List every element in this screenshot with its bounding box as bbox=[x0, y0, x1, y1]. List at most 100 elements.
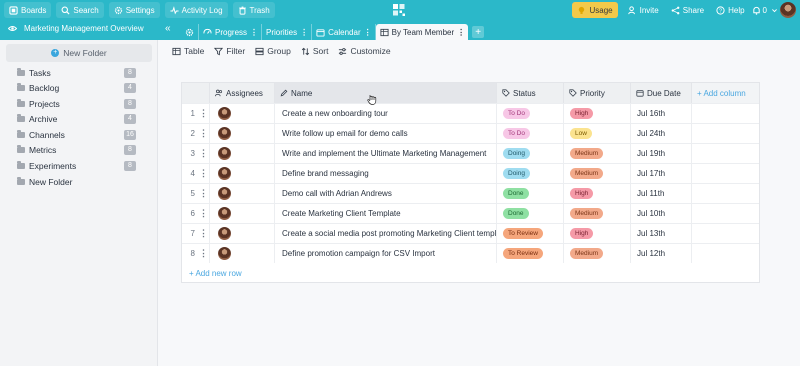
task-name-cell[interactable]: Create a social media post promoting Mar… bbox=[275, 224, 497, 243]
share-button[interactable]: Share bbox=[666, 2, 709, 18]
filter-button[interactable]: Filter bbox=[214, 46, 245, 56]
table-row[interactable]: 3 ⋮ Write and implement the Ultimate Marke… bbox=[182, 143, 759, 163]
group-button[interactable]: Group bbox=[255, 46, 291, 56]
priority-cell[interactable]: Medium bbox=[564, 204, 631, 223]
table-row[interactable]: 4 ⋮ Define brand messaging Doing Medium Jul 1… bbox=[182, 163, 759, 183]
row-menu-icon[interactable]: ⋮ bbox=[198, 244, 210, 263]
help-button[interactable]: ? Help bbox=[711, 2, 749, 18]
empty-cell[interactable] bbox=[692, 184, 759, 203]
sidebar-folder-metrics[interactable]: Metrics 8 bbox=[17, 144, 137, 156]
priority-cell[interactable]: Medium bbox=[564, 244, 631, 263]
tab-settings[interactable] bbox=[181, 24, 199, 40]
row-menu-icon[interactable]: ⋮ bbox=[198, 224, 210, 243]
chevron-down-icon[interactable] bbox=[771, 7, 778, 14]
sidebar-folder-experiments[interactable]: Experiments 8 bbox=[17, 160, 137, 172]
status-cell[interactable]: Done bbox=[497, 184, 564, 203]
status-cell[interactable]: To Review bbox=[497, 244, 564, 263]
task-name-cell[interactable]: Create a new onboarding tour bbox=[275, 104, 497, 123]
row-menu-icon[interactable]: ⋮ bbox=[198, 124, 210, 143]
empty-cell[interactable] bbox=[692, 164, 759, 183]
sidebar-folder-channels[interactable]: Channels 16 bbox=[17, 129, 137, 141]
row-menu-icon[interactable]: ⋮ bbox=[198, 164, 210, 183]
due-date-cell[interactable]: Jul 13th bbox=[631, 224, 692, 243]
eye-icon[interactable] bbox=[8, 24, 17, 33]
priority-cell[interactable]: Medium bbox=[564, 164, 631, 183]
sidebar-folder-backlog[interactable]: Backlog 4 bbox=[17, 82, 137, 94]
due-date-cell[interactable]: Jul 12th bbox=[631, 244, 692, 263]
table-row[interactable]: 1 ⋮ Create a new onboarding tour To Do High J… bbox=[182, 103, 759, 123]
row-menu-icon[interactable]: ⋮ bbox=[198, 104, 210, 123]
due-date-cell[interactable]: Jul 17th bbox=[631, 164, 692, 183]
assignee-cell[interactable] bbox=[210, 104, 275, 123]
customize-button[interactable]: Customize bbox=[338, 46, 391, 56]
priority-cell[interactable]: Low bbox=[564, 124, 631, 143]
empty-cell[interactable] bbox=[692, 144, 759, 163]
task-name-cell[interactable]: Write and implement the Ultimate Marketi… bbox=[275, 144, 497, 163]
activity-log-button[interactable]: Activity Log bbox=[164, 2, 228, 18]
status-cell[interactable]: Doing bbox=[497, 164, 564, 183]
sidebar-folder-projects[interactable]: Projects 8 bbox=[17, 98, 137, 110]
empty-cell[interactable] bbox=[692, 224, 759, 243]
row-menu-icon[interactable]: ⋮ bbox=[198, 184, 210, 203]
sidebar-folder-new-folder[interactable]: New Folder bbox=[17, 176, 137, 188]
add-column-button[interactable]: + Add column bbox=[692, 83, 759, 103]
row-menu-icon[interactable]: ⋮ bbox=[198, 144, 210, 163]
invite-button[interactable]: Invite bbox=[623, 2, 664, 18]
table-row[interactable]: 6 ⋮ Create Marketing Client Template Done Me… bbox=[182, 203, 759, 223]
empty-cell[interactable] bbox=[692, 204, 759, 223]
add-view-button[interactable]: + bbox=[472, 26, 485, 38]
task-name-cell[interactable]: Define promotion campaign for CSV Import bbox=[275, 244, 497, 263]
column-header-assignees[interactable]: Assignees bbox=[210, 83, 275, 103]
status-cell[interactable]: To Review bbox=[497, 224, 564, 243]
table-row[interactable]: 8 ⋮ Define promotion campaign for CSV Impo… bbox=[182, 243, 759, 263]
sidebar-folder-tasks[interactable]: Tasks 8 bbox=[17, 67, 137, 79]
assignee-cell[interactable] bbox=[210, 164, 275, 183]
tab-progress[interactable]: Progress ⋮ bbox=[199, 24, 263, 40]
column-header-name[interactable]: Name bbox=[275, 83, 497, 103]
tab-menu-icon[interactable]: ⋮ bbox=[250, 28, 258, 37]
add-new-row-button[interactable]: + Add new row bbox=[189, 269, 242, 278]
tab-calendar[interactable]: Calendar ⋮ bbox=[312, 24, 376, 40]
due-date-cell[interactable]: Jul 16th bbox=[631, 104, 692, 123]
status-cell[interactable]: Doing bbox=[497, 144, 564, 163]
trash-button[interactable]: Trash bbox=[232, 2, 275, 18]
due-date-cell[interactable]: Jul 19th bbox=[631, 144, 692, 163]
assignee-cell[interactable] bbox=[210, 224, 275, 243]
table-row[interactable]: 7 ⋮ Create a social media post promoting M… bbox=[182, 223, 759, 243]
column-header-status[interactable]: Status bbox=[497, 83, 564, 103]
assignee-cell[interactable] bbox=[210, 144, 275, 163]
status-cell[interactable]: To Do bbox=[497, 124, 564, 143]
tab-menu-icon[interactable]: ⋮ bbox=[364, 28, 372, 37]
task-name-cell[interactable]: Write follow up email for demo calls bbox=[275, 124, 497, 143]
app-logo-icon[interactable] bbox=[390, 1, 408, 19]
priority-cell[interactable]: High bbox=[564, 224, 631, 243]
status-cell[interactable]: To Do bbox=[497, 104, 564, 123]
tab-priorities[interactable]: Priorities ⋮ bbox=[262, 24, 313, 40]
new-folder-button[interactable]: + New Folder bbox=[6, 44, 152, 62]
priority-cell[interactable]: Medium bbox=[564, 144, 631, 163]
tab-menu-icon[interactable]: ⋮ bbox=[300, 28, 308, 37]
tab-menu-icon[interactable]: ⋮ bbox=[457, 28, 465, 37]
sidebar-folder-archive[interactable]: Archive 4 bbox=[17, 113, 137, 125]
due-date-cell[interactable]: Jul 24th bbox=[631, 124, 692, 143]
assignee-cell[interactable] bbox=[210, 184, 275, 203]
settings-button[interactable]: Settings bbox=[108, 2, 160, 18]
assignee-cell[interactable] bbox=[210, 124, 275, 143]
empty-cell[interactable] bbox=[692, 244, 759, 263]
task-name-cell[interactable]: Demo call with Adrian Andrews bbox=[275, 184, 497, 203]
priority-cell[interactable]: High bbox=[564, 184, 631, 203]
status-cell[interactable]: Done bbox=[497, 204, 564, 223]
task-name-cell[interactable]: Define brand messaging bbox=[275, 164, 497, 183]
collapse-sidebar-icon[interactable]: « bbox=[165, 23, 171, 34]
empty-cell[interactable] bbox=[692, 104, 759, 123]
column-header-due-date[interactable]: Due Date bbox=[631, 83, 692, 103]
table-row[interactable]: 5 ⋮ Demo call with Adrian Andrews Done High J… bbox=[182, 183, 759, 203]
assignee-cell[interactable] bbox=[210, 244, 275, 263]
assignee-cell[interactable] bbox=[210, 204, 275, 223]
table-row[interactable]: 2 ⋮ Write follow up email for demo calls To… bbox=[182, 123, 759, 143]
row-menu-icon[interactable]: ⋮ bbox=[198, 204, 210, 223]
due-date-cell[interactable]: Jul 11th bbox=[631, 184, 692, 203]
priority-cell[interactable]: High bbox=[564, 104, 631, 123]
task-name-cell[interactable]: Create Marketing Client Template bbox=[275, 204, 497, 223]
boards-button[interactable]: Boards bbox=[4, 2, 52, 18]
